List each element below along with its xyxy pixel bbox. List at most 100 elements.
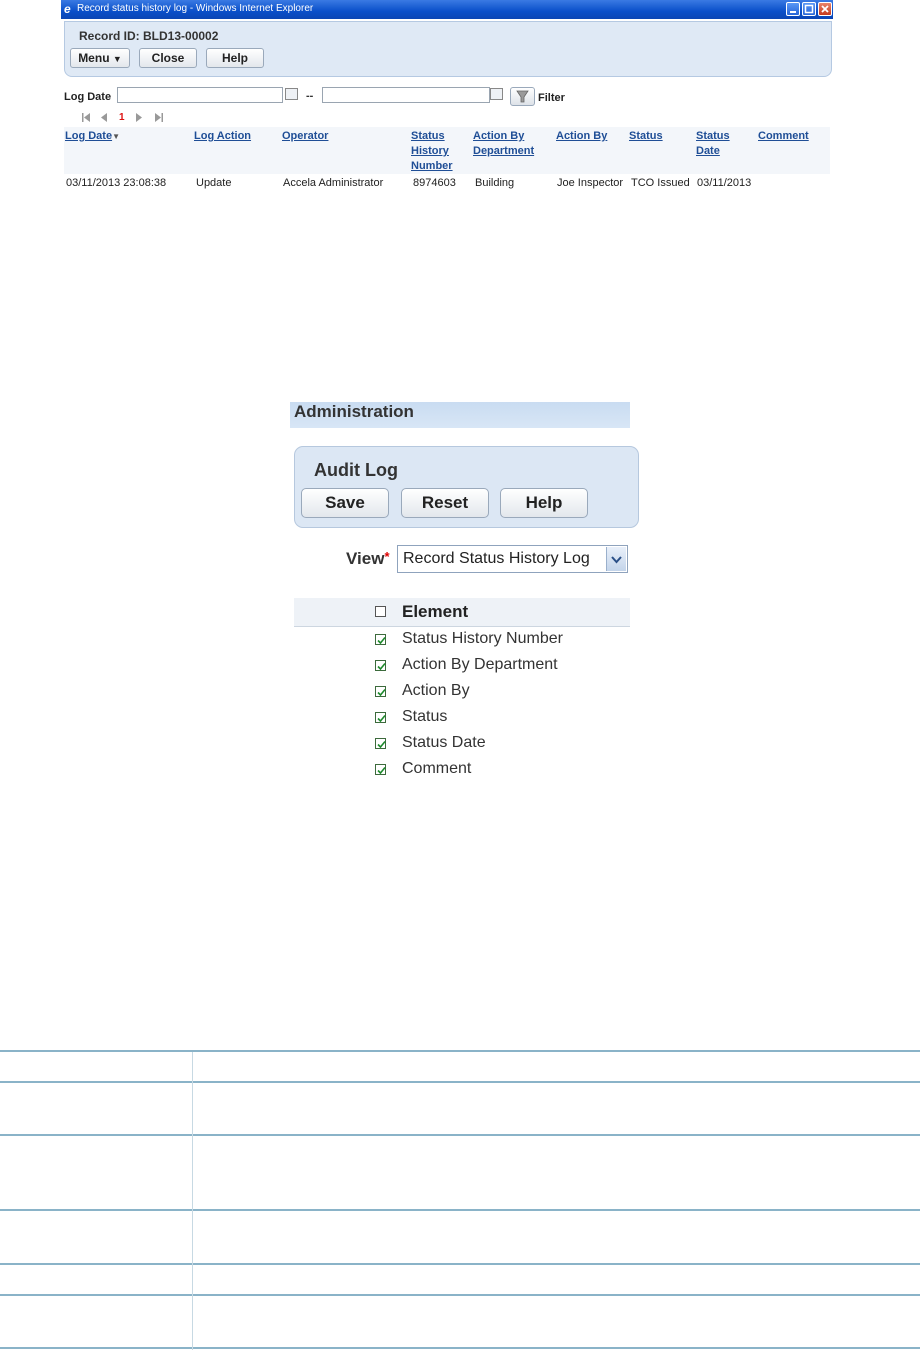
column-header-label: Log Date [65,130,113,142]
required-marker: * [384,549,390,564]
list-item: Status History Number [294,628,630,654]
cell-status-history-number: 8974603 [413,177,456,189]
checkmark-icon [377,714,386,723]
first-page-icon[interactable] [81,112,91,123]
menu-button[interactable]: Menu ▼ [70,48,130,68]
column-header-action-by[interactable]: Action By [556,129,607,144]
element-checkbox[interactable] [375,634,386,645]
table-rule [0,1050,920,1052]
chevron-down-icon: ▼ [112,54,122,64]
calendar-icon[interactable] [490,88,503,100]
list-item: Comment [294,758,630,784]
checkmark-icon [377,662,386,671]
element-checkbox[interactable] [375,660,386,671]
element-checkbox[interactable] [375,686,386,697]
column-header-operator[interactable]: Operator [282,129,328,144]
window-toolbar: Record ID: BLD13-00002 Menu ▼ Close Help [64,21,832,77]
current-page-number[interactable]: 1 [119,112,125,123]
checkmark-icon [377,636,386,645]
cell-operator: Accela Administrator [283,177,384,189]
administration-header: Administration [290,402,630,428]
column-header-log-action[interactable]: Log Action [194,129,251,144]
audit-log-title: Audit Log [314,460,398,480]
help-button[interactable]: Help [206,48,264,68]
last-page-icon[interactable] [154,112,164,123]
element-checkbox[interactable] [375,764,386,775]
element-label: Action By Department [402,656,558,673]
element-list-header: Element [294,598,630,627]
record-status-history-window: e Record status history log - Windows In… [61,0,833,193]
view-label: View* [346,549,390,569]
page-title: Administration [294,402,414,421]
table-rule [0,1209,920,1211]
cell-log-date: 03/11/2013 23:08:38 [66,177,167,189]
checkmark-icon [377,740,386,749]
log-date-label: Log Date [64,91,112,103]
cell-action-by-department: Building [475,177,515,189]
cell-action-by: Joe Inspector [557,177,624,189]
checkmark-icon [377,766,386,775]
minimize-button[interactable] [786,2,800,16]
close-button[interactable]: Close [139,48,197,68]
save-button[interactable]: Save [301,488,389,518]
table-rule [0,1263,920,1265]
element-label: Action By [402,682,470,699]
pager: 1 [81,112,201,126]
log-date-from-input[interactable] [117,87,283,103]
record-id-label: Record ID: BLD13-00002 [79,29,219,43]
previous-page-icon[interactable] [100,112,108,123]
view-label-text: View [346,549,385,568]
audit-log-panel: Audit Log Save Reset Help [294,446,639,528]
filter-label: Filter [538,92,565,104]
menu-button-label: Menu [78,51,110,65]
table-rule [0,1347,920,1349]
calendar-icon[interactable] [285,88,298,100]
element-label: Status Date [402,734,486,751]
checkmark-icon [377,688,386,697]
table-rule [0,1134,920,1136]
element-label: Status [402,708,448,725]
select-all-checkbox[interactable] [375,606,386,617]
cell-log-action: Update [196,177,232,189]
next-page-icon[interactable] [135,112,143,123]
help-button[interactable]: Help [500,488,588,518]
window-title: Record status history log - Windows Inte… [77,3,314,14]
grid-header: Log Date▼ Log Action Operator Status His… [64,127,830,174]
view-select[interactable]: Record Status History Log [397,545,628,573]
list-item: Action By [294,680,630,706]
column-header-status-date[interactable]: Status Date [696,129,741,159]
view-select-value: Record Status History Log [403,550,590,567]
list-item: Action By Department [294,654,630,680]
sort-descending-icon: ▼ [112,132,120,141]
column-header-status-history-number[interactable]: Status History Number [411,129,469,174]
dropdown-arrow[interactable] [606,547,626,571]
element-label: Comment [402,760,472,777]
minimize-icon [790,11,796,13]
element-checkbox[interactable] [375,712,386,723]
window-close-button[interactable] [818,2,832,16]
date-range-separator: -- [306,90,314,102]
column-header-log-date[interactable]: Log Date▼ [65,129,120,144]
reset-button[interactable]: Reset [401,488,489,518]
internet-explorer-icon: e [64,2,71,16]
cell-status-date: 03/11/2013 [697,177,752,189]
table-row[interactable]: 03/11/2013 23:08:38 Update Accela Admini… [64,174,830,192]
log-date-to-input[interactable] [322,87,490,103]
list-item: Status Date [294,732,630,758]
filter-button[interactable] [510,87,535,106]
column-header-status[interactable]: Status [629,129,663,144]
table-rule [0,1294,920,1296]
funnel-icon [516,90,529,103]
log-date-filter: Log Date -- Filter [64,87,830,107]
maximize-button[interactable] [802,2,816,16]
cell-status: TCO Issued [631,177,690,189]
list-item: Status [294,706,630,732]
close-icon [821,5,829,13]
column-header-action-by-department[interactable]: Action By Department [473,129,548,159]
window-titlebar[interactable]: e Record status history log - Windows In… [61,0,833,19]
table-rule [0,1081,920,1083]
element-label: Status History Number [402,630,563,647]
element-checkbox[interactable] [375,738,386,749]
column-header-comment[interactable]: Comment [758,129,809,144]
table-column-divider [192,1052,193,1350]
